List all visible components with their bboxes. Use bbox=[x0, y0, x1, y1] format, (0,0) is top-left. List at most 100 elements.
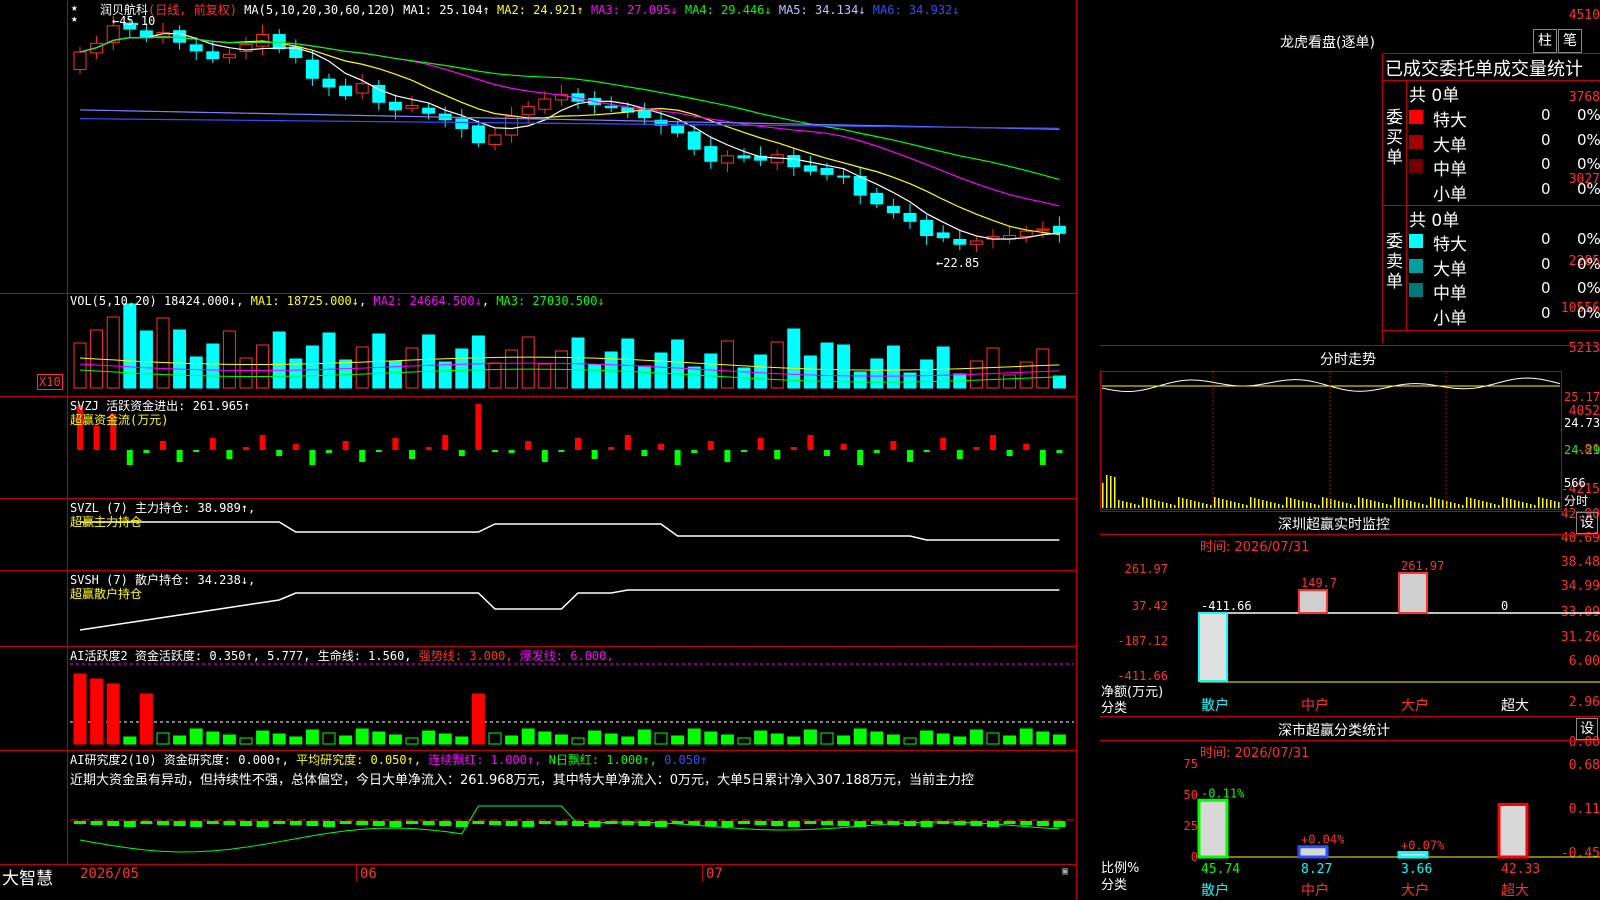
activity-bar bbox=[123, 736, 137, 745]
order-count: 0 bbox=[1541, 155, 1551, 173]
ai1-label: 2.96 bbox=[1568, 695, 1600, 710]
activity-bar bbox=[737, 737, 751, 745]
buy-total: 共 0单 bbox=[1409, 86, 1460, 106]
date-label: 2026/05 bbox=[80, 866, 140, 882]
research-bar bbox=[1020, 821, 1033, 825]
activity-bar bbox=[455, 736, 469, 745]
order-row: 特大 0 0% bbox=[1409, 230, 1600, 255]
stats-change-label: +0.04% bbox=[1301, 833, 1345, 847]
fund-flow-bar bbox=[840, 444, 847, 450]
volume-bar bbox=[538, 363, 552, 389]
candle-body bbox=[637, 109, 651, 119]
research-bar bbox=[721, 821, 734, 827]
candle-body bbox=[704, 146, 718, 162]
volume-bar bbox=[156, 317, 170, 389]
fund-flow-bar bbox=[940, 438, 947, 450]
fund-flow-bar bbox=[392, 438, 399, 450]
volume-bar bbox=[339, 359, 353, 389]
research-bar bbox=[655, 821, 667, 827]
volume-bar bbox=[471, 335, 485, 389]
order-type: 大单 bbox=[1433, 259, 1467, 280]
fund-flow-bar bbox=[558, 450, 565, 452]
main-position-line bbox=[80, 521, 1060, 541]
volume-bar bbox=[206, 343, 220, 389]
ai1-burst: 爆发线: 6.000, bbox=[519, 649, 614, 663]
buy-order-label: 委买单 bbox=[1386, 108, 1403, 168]
ma2-value: MA2: 24.921↑ bbox=[497, 3, 584, 17]
fund-flow-bar bbox=[442, 435, 449, 450]
activity-bar bbox=[538, 731, 552, 745]
low-price: 22.85 bbox=[943, 256, 980, 270]
tick-view-button[interactable]: 笔 bbox=[1558, 29, 1582, 53]
candle-body bbox=[837, 175, 851, 178]
order-row: 小单 0 0% bbox=[1409, 180, 1600, 205]
lock-icon[interactable]: ▣ bbox=[1062, 866, 1068, 877]
volume-bar bbox=[139, 330, 153, 389]
candle-body bbox=[471, 125, 485, 144]
activity-bar bbox=[422, 730, 436, 745]
activity-bar bbox=[73, 673, 87, 745]
activity-bar bbox=[903, 737, 917, 745]
high-marker: ←45.10 bbox=[112, 14, 156, 28]
svsh-label: 34.99 bbox=[1560, 579, 1600, 594]
activity-bar bbox=[803, 729, 817, 745]
ai2-last: 0.050↑ bbox=[664, 753, 708, 767]
column-view-button[interactable]: 柱 bbox=[1533, 29, 1557, 53]
ma4-value: MA4: 29.446↓ bbox=[684, 3, 772, 17]
candle-body bbox=[372, 84, 386, 103]
fund-flow-bar bbox=[309, 450, 316, 465]
activity-bar bbox=[720, 734, 734, 745]
order-type: 中单 bbox=[1433, 284, 1467, 304]
research-bar bbox=[489, 821, 501, 825]
monitor-settings-button[interactable]: 设 bbox=[1576, 512, 1598, 534]
research-bar bbox=[90, 821, 103, 825]
research-bar bbox=[306, 821, 319, 826]
lhb-title: 龙虎看盘(逐单) bbox=[1280, 35, 1375, 51]
volume-bar bbox=[687, 366, 701, 389]
activity-bar bbox=[1019, 728, 1033, 745]
research-bar bbox=[422, 821, 435, 825]
stats-y-label: 25 bbox=[1184, 819, 1198, 833]
fund-flow-bar bbox=[807, 435, 814, 450]
activity-bar bbox=[106, 683, 120, 745]
activity-bar bbox=[305, 729, 319, 745]
ai2-label: -0.45 bbox=[1560, 846, 1600, 861]
order-type: 小单 bbox=[1433, 308, 1467, 329]
ma-line-3 bbox=[79, 36, 1060, 207]
candle-body bbox=[969, 240, 983, 245]
fund-flow-bar bbox=[359, 450, 366, 462]
fund-flow-bar bbox=[93, 426, 100, 450]
stats-xtitle: 分类 bbox=[1101, 878, 1128, 893]
activity-bar bbox=[787, 736, 801, 745]
order-percent: 0% bbox=[1577, 230, 1600, 248]
vol-label: 5213 bbox=[1568, 341, 1600, 356]
research-bar bbox=[1036, 821, 1049, 826]
order-percent: 0% bbox=[1577, 279, 1600, 297]
activity-bar bbox=[405, 737, 419, 745]
kline-chart[interactable] bbox=[0, 0, 1076, 864]
stats-settings-button[interactable]: 设 bbox=[1576, 718, 1598, 740]
monitor-time: 时间: 2026/07/31 bbox=[1200, 540, 1310, 555]
activity-bar bbox=[488, 732, 502, 745]
svsh-label: 33.09 bbox=[1560, 605, 1600, 620]
intraday-vol-label: 566 bbox=[1564, 476, 1586, 490]
activity-bar bbox=[687, 728, 701, 745]
ai2-label: 0.11 bbox=[1568, 802, 1600, 817]
fund-flow-bar bbox=[193, 450, 200, 452]
volume-bar bbox=[189, 356, 203, 389]
fund-flow-bar bbox=[907, 450, 913, 462]
order-row: 小单 0 0% bbox=[1409, 304, 1600, 329]
order-percent: 0% bbox=[1577, 130, 1600, 149]
stats-value-label: 3.66 bbox=[1401, 862, 1432, 877]
volume-bar bbox=[322, 332, 336, 389]
monitor-y-label: -187.12 bbox=[1117, 634, 1168, 648]
research-bar bbox=[837, 821, 850, 826]
period-label[interactable]: (日线, 前复权) bbox=[148, 3, 237, 17]
intraday-chart-frame[interactable] bbox=[1100, 371, 1562, 510]
order-count: 0 bbox=[1541, 279, 1551, 297]
monitor-xtitle: 分类 bbox=[1101, 701, 1128, 716]
svzj-sub: 超赢资金流(万元) bbox=[70, 413, 169, 427]
candle-body bbox=[886, 205, 900, 214]
candle-body bbox=[222, 53, 236, 59]
activity-bar bbox=[969, 729, 983, 745]
